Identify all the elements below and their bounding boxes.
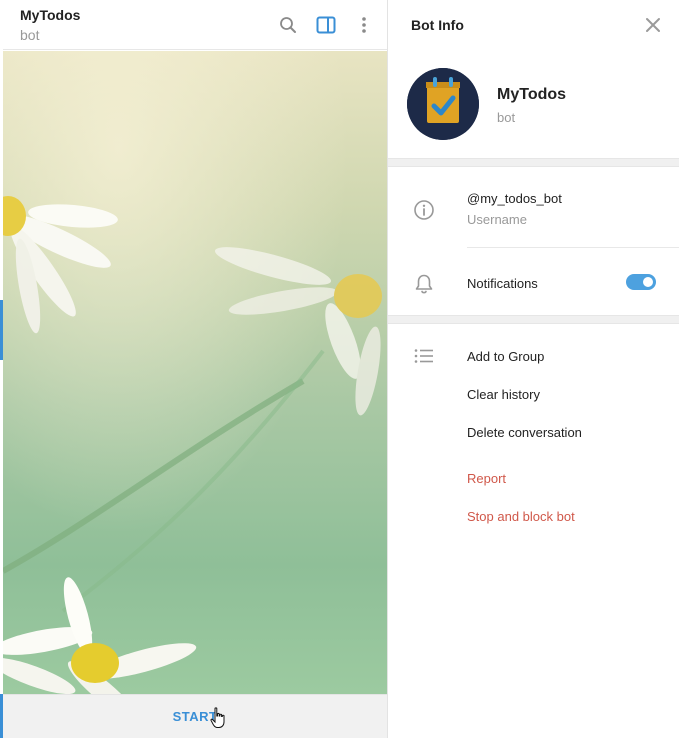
side-panel-icon [316, 16, 336, 34]
info-panel-title: Bot Info [411, 17, 464, 33]
bell-icon [415, 274, 433, 294]
info-icon [414, 200, 434, 220]
bell-icon-wrap [412, 272, 436, 296]
more-vertical-icon [362, 17, 366, 33]
start-button-label: START [172, 709, 218, 724]
search-button[interactable] [275, 12, 301, 38]
stop-and-block-bot-button[interactable]: Stop and block bot [467, 509, 575, 524]
more-options-button[interactable] [351, 12, 377, 38]
chat-wallpaper [3, 51, 387, 694]
notifications-label: Notifications [467, 276, 538, 291]
report-button[interactable]: Report [467, 471, 506, 486]
close-icon [646, 18, 660, 32]
chat-pane: MyTodos bot START [0, 0, 388, 738]
row-divider [467, 247, 679, 248]
avatar[interactable] [407, 68, 479, 140]
chat-title[interactable]: MyTodos [20, 7, 80, 23]
bot-info-panel: Bot Info MyTodos bot @my_todos_bot Usern… [388, 0, 679, 738]
section-separator [388, 158, 679, 167]
chat-header: MyTodos bot [3, 0, 387, 50]
close-button[interactable] [640, 12, 666, 38]
search-icon [280, 17, 296, 33]
delete-conversation-button[interactable]: Delete conversation [467, 425, 582, 440]
start-button[interactable]: START [3, 694, 387, 738]
chat-status: bot [20, 27, 40, 43]
list-icon [414, 349, 433, 363]
list-icon-wrap [412, 344, 436, 368]
info-icon-wrap [412, 198, 436, 222]
username-value[interactable]: @my_todos_bot [467, 191, 562, 206]
bot-name: MyTodos [497, 86, 567, 103]
toggle-knob [641, 275, 655, 289]
username-label: Username [467, 212, 527, 227]
bot-subtitle: bot [497, 110, 516, 125]
daisy-wallpaper-image [3, 51, 387, 694]
toggle-info-panel-button[interactable] [313, 12, 339, 38]
section-separator [388, 315, 679, 324]
add-to-group-button[interactable]: Add to Group [467, 349, 544, 364]
clear-history-button[interactable]: Clear history [467, 387, 540, 402]
notifications-toggle[interactable] [626, 274, 656, 290]
todo-checklist-icon [407, 68, 479, 140]
